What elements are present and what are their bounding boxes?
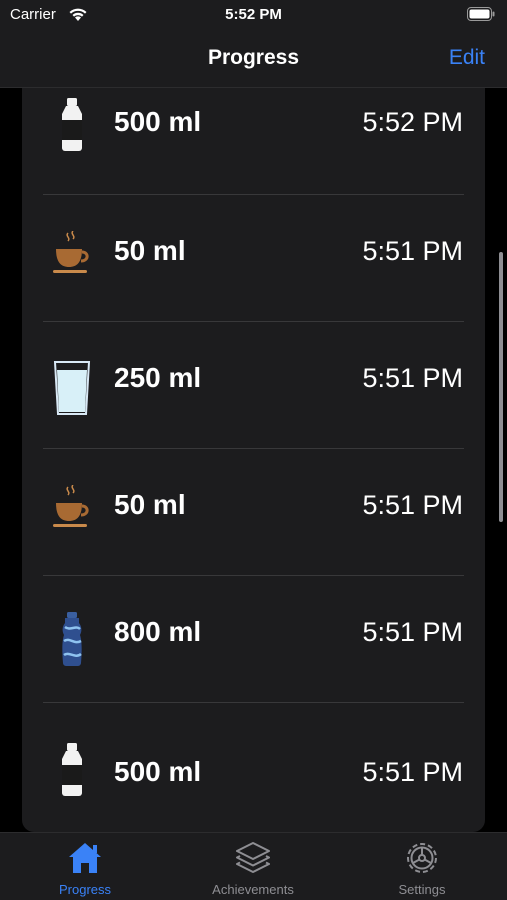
intake-list: 500 ml 5:52 PM 50 ml 5:51 PM 250 ml 5:51… xyxy=(22,88,485,832)
status-time: 5:52 PM xyxy=(225,6,282,23)
coffee-cup-icon xyxy=(53,231,89,273)
entry-time: 5:51 PM xyxy=(362,490,463,520)
water-bottle-icon xyxy=(62,743,82,796)
list-item[interactable]: 500 ml 5:51 PM xyxy=(22,703,485,830)
entry-time: 5:51 PM xyxy=(362,757,463,787)
entry-amount: 250 ml xyxy=(114,362,202,393)
tab-bar: Progress Achievements Settings xyxy=(0,832,507,900)
tab-label: Achievements xyxy=(212,882,294,897)
entry-time: 5:51 PM xyxy=(362,236,463,266)
app-screen: Carrier 5:52 PM Progress Edit 500 ml 5:5… xyxy=(0,0,507,900)
scroll-indicator[interactable] xyxy=(499,252,503,522)
tab-progress[interactable]: Progress xyxy=(15,841,155,897)
coffee-cup-icon xyxy=(53,485,89,527)
tab-settings[interactable]: Settings xyxy=(352,841,492,897)
tab-label: Settings xyxy=(398,882,446,897)
list-item[interactable]: 500 ml 5:52 PM xyxy=(22,88,485,195)
gear-icon xyxy=(407,843,437,873)
entry-amount: 500 ml xyxy=(114,756,202,787)
sports-bottle-icon xyxy=(62,612,82,666)
water-bottle-icon xyxy=(62,98,82,151)
page-title: Progress xyxy=(207,46,300,69)
stack-icon xyxy=(236,842,270,873)
edit-button[interactable]: Edit xyxy=(449,46,485,70)
entry-time: 5:52 PM xyxy=(362,107,463,137)
battery-icon xyxy=(467,7,495,21)
status-bar: Carrier 5:52 PM xyxy=(0,0,507,30)
list-item[interactable]: 50 ml 5:51 PM xyxy=(22,195,485,322)
list-item[interactable]: 50 ml 5:51 PM xyxy=(22,449,485,576)
entry-amount: 500 ml xyxy=(114,106,202,137)
entry-time: 5:51 PM xyxy=(362,617,463,647)
tab-achievements[interactable]: Achievements xyxy=(183,841,323,897)
list-item[interactable]: 800 ml 5:51 PM xyxy=(22,576,485,703)
entry-amount: 50 ml xyxy=(114,489,186,520)
entry-amount: 50 ml xyxy=(114,235,186,266)
navigation-bar: Progress Edit xyxy=(0,30,507,88)
house-icon xyxy=(69,843,101,873)
water-glass-icon xyxy=(53,361,91,415)
tab-label: Progress xyxy=(58,882,112,897)
entry-time: 5:51 PM xyxy=(362,363,463,393)
list-item[interactable]: 250 ml 5:51 PM xyxy=(22,322,485,449)
entry-amount: 800 ml xyxy=(114,616,202,647)
